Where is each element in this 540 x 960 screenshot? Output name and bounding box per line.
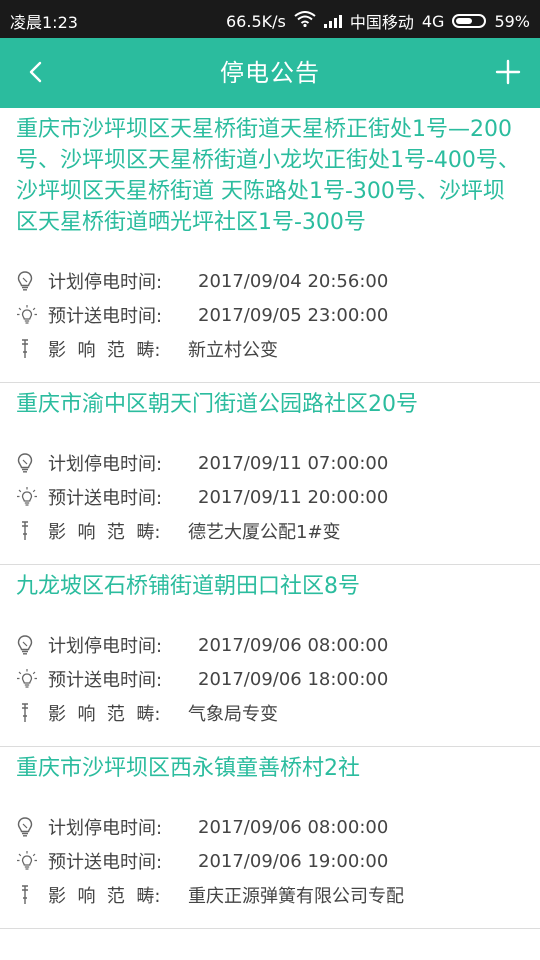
battery-percent: 59% <box>494 11 530 31</box>
restore-time: 2017/09/06 19:00:00 <box>198 850 389 872</box>
scope-value: 气象局专变 <box>188 704 278 725</box>
pin-icon <box>16 519 42 543</box>
restore-label: 预计送电时间: <box>48 306 163 327</box>
pin-icon <box>16 337 42 361</box>
signal-icon <box>323 14 342 28</box>
status-right: 66.5K/s 中国移动 4G 59% <box>226 9 530 33</box>
bulb-on-icon <box>16 303 42 327</box>
planned-outage-row: 计划停电时间: 2017/09/04 20:56:00 <box>16 264 524 298</box>
restore-time-row: 预计送电时间: 2017/09/11 20:00:00 <box>16 480 524 514</box>
planned-time: 2017/09/06 08:00:00 <box>198 816 389 838</box>
wifi-icon <box>294 11 316 31</box>
notice-item[interactable]: 重庆市沙坪坝区西永镇童善桥村2社 计划停电时间: 2017/09/06 08:0… <box>0 747 540 929</box>
battery-icon <box>452 14 487 28</box>
notice-address: 重庆市沙坪坝区西永镇童善桥村2社 <box>16 756 360 781</box>
bulb-on-icon <box>16 485 42 509</box>
carrier-name: 中国移动 <box>349 13 414 32</box>
battery-level <box>456 18 472 24</box>
restore-time-row: 预计送电时间: 2017/09/06 18:00:00 <box>16 662 524 696</box>
status-time: 凌晨1:23 <box>10 13 78 32</box>
pin-icon <box>16 701 42 725</box>
notice-meta: 计划停电时间: 2017/09/06 08:00:00 预计送电时间: 2017… <box>16 628 524 730</box>
notice-item[interactable]: 九龙坡区石桥铺街道朝田口社区8号 计划停电时间: 2017/09/06 08:0… <box>0 565 540 747</box>
notice-meta: 计划停电时间: 2017/09/06 08:00:00 预计送电时间: 2017… <box>16 810 524 912</box>
planned-time: 2017/09/04 20:56:00 <box>198 270 389 292</box>
planned-outage-row: 计划停电时间: 2017/09/06 08:00:00 <box>16 810 524 844</box>
bulb-off-icon <box>16 269 42 293</box>
scope-row: 影 响 范 畴: 德艺大厦公配1#变 <box>16 514 524 548</box>
scope-value: 德艺大厦公配1#变 <box>188 522 341 543</box>
bulb-off-icon <box>16 451 42 475</box>
notice-item[interactable]: 重庆市渝中区朝天门街道公园路社区20号 计划停电时间: 2017/09/11 0… <box>0 383 540 565</box>
planned-outage-row: 计划停电时间: 2017/09/06 08:00:00 <box>16 628 524 662</box>
notice-meta: 计划停电时间: 2017/09/11 07:00:00 预计送电时间: 2017… <box>16 446 524 548</box>
restore-time: 2017/09/05 23:00:00 <box>198 304 389 326</box>
planned-label: 计划停电时间: <box>48 818 163 839</box>
scope-value: 重庆正源弹簧有限公司专配 <box>188 886 404 907</box>
planned-time: 2017/09/06 08:00:00 <box>198 634 389 656</box>
plus-icon <box>495 59 521 85</box>
planned-label: 计划停电时间: <box>48 272 163 293</box>
planned-label: 计划停电时间: <box>48 636 163 657</box>
restore-time: 2017/09/11 20:00:00 <box>198 486 389 508</box>
add-button[interactable] <box>490 54 526 90</box>
scope-value: 新立村公变 <box>188 340 278 361</box>
page-title: 停电公告 <box>220 59 320 87</box>
scope-label: 影 响 范 畴: <box>48 704 161 725</box>
restore-label: 预计送电时间: <box>48 670 163 691</box>
notice-list: 重庆市沙坪坝区天星桥街道天星桥正街处1号—200号、沙坪坝区天星桥街道小龙坎正街… <box>0 108 540 929</box>
planned-label: 计划停电时间: <box>48 454 163 475</box>
network-type: 4G <box>421 11 445 31</box>
scope-row: 影 响 范 畴: 新立村公变 <box>16 332 524 366</box>
restore-time-row: 预计送电时间: 2017/09/06 19:00:00 <box>16 844 524 878</box>
bulb-on-icon <box>16 849 42 873</box>
bulb-off-icon <box>16 633 42 657</box>
scope-label: 影 响 范 畴: <box>48 886 161 907</box>
bulb-off-icon <box>16 815 42 839</box>
restore-label: 预计送电时间: <box>48 488 163 509</box>
scope-row: 影 响 范 畴: 气象局专变 <box>16 696 524 730</box>
pin-icon <box>16 883 42 907</box>
notice-address: 重庆市沙坪坝区天星桥街道天星桥正街处1号—200号、沙坪坝区天星桥街道小龙坎正街… <box>16 117 520 235</box>
network-speed: 66.5K/s <box>226 11 286 31</box>
scope-label: 影 响 范 畴: <box>48 522 161 543</box>
app-bar: 停电公告 <box>0 38 540 108</box>
planned-outage-row: 计划停电时间: 2017/09/11 07:00:00 <box>16 446 524 480</box>
restore-time: 2017/09/06 18:00:00 <box>198 668 389 690</box>
restore-time-row: 预计送电时间: 2017/09/05 23:00:00 <box>16 298 524 332</box>
bulb-on-icon <box>16 667 42 691</box>
notice-item[interactable]: 重庆市沙坪坝区天星桥街道天星桥正街处1号—200号、沙坪坝区天星桥街道小龙坎正街… <box>0 108 540 383</box>
status-bar: 凌晨1:23 66.5K/s 中国移动 4G 59% <box>0 0 540 38</box>
notice-address: 重庆市渝中区朝天门街道公园路社区20号 <box>16 392 418 417</box>
scope-label: 影 响 范 畴: <box>48 340 161 361</box>
notice-address: 九龙坡区石桥铺街道朝田口社区8号 <box>16 574 360 599</box>
notice-meta: 计划停电时间: 2017/09/04 20:56:00 预计送电时间: 2017… <box>16 264 524 366</box>
restore-label: 预计送电时间: <box>48 852 163 873</box>
planned-time: 2017/09/11 07:00:00 <box>198 452 389 474</box>
scope-row: 影 响 范 畴: 重庆正源弹簧有限公司专配 <box>16 878 524 912</box>
